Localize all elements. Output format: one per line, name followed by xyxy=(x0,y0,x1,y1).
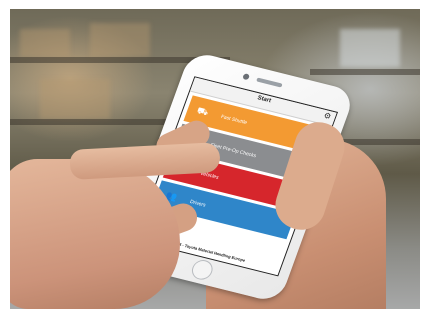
gear-icon[interactable]: ⚙ xyxy=(322,111,332,121)
warehouse-shelf xyxy=(310,69,420,75)
forklift-icon: ⛟ xyxy=(195,104,211,117)
blurred-shelf-box xyxy=(340,29,400,67)
menu-item-label: Fast Shuttle xyxy=(220,113,249,126)
photo-background: Start ⚙ ⛟ Fast Shuttle ☑ Fleet Pre-Op Ch… xyxy=(10,9,420,309)
blurred-shelf-box xyxy=(90,23,150,57)
blurred-shelf-box xyxy=(20,29,70,57)
home-button[interactable] xyxy=(189,257,216,282)
blurred-shelf-box xyxy=(40,79,110,119)
front-camera xyxy=(242,73,251,81)
earpiece-speaker xyxy=(256,77,283,88)
